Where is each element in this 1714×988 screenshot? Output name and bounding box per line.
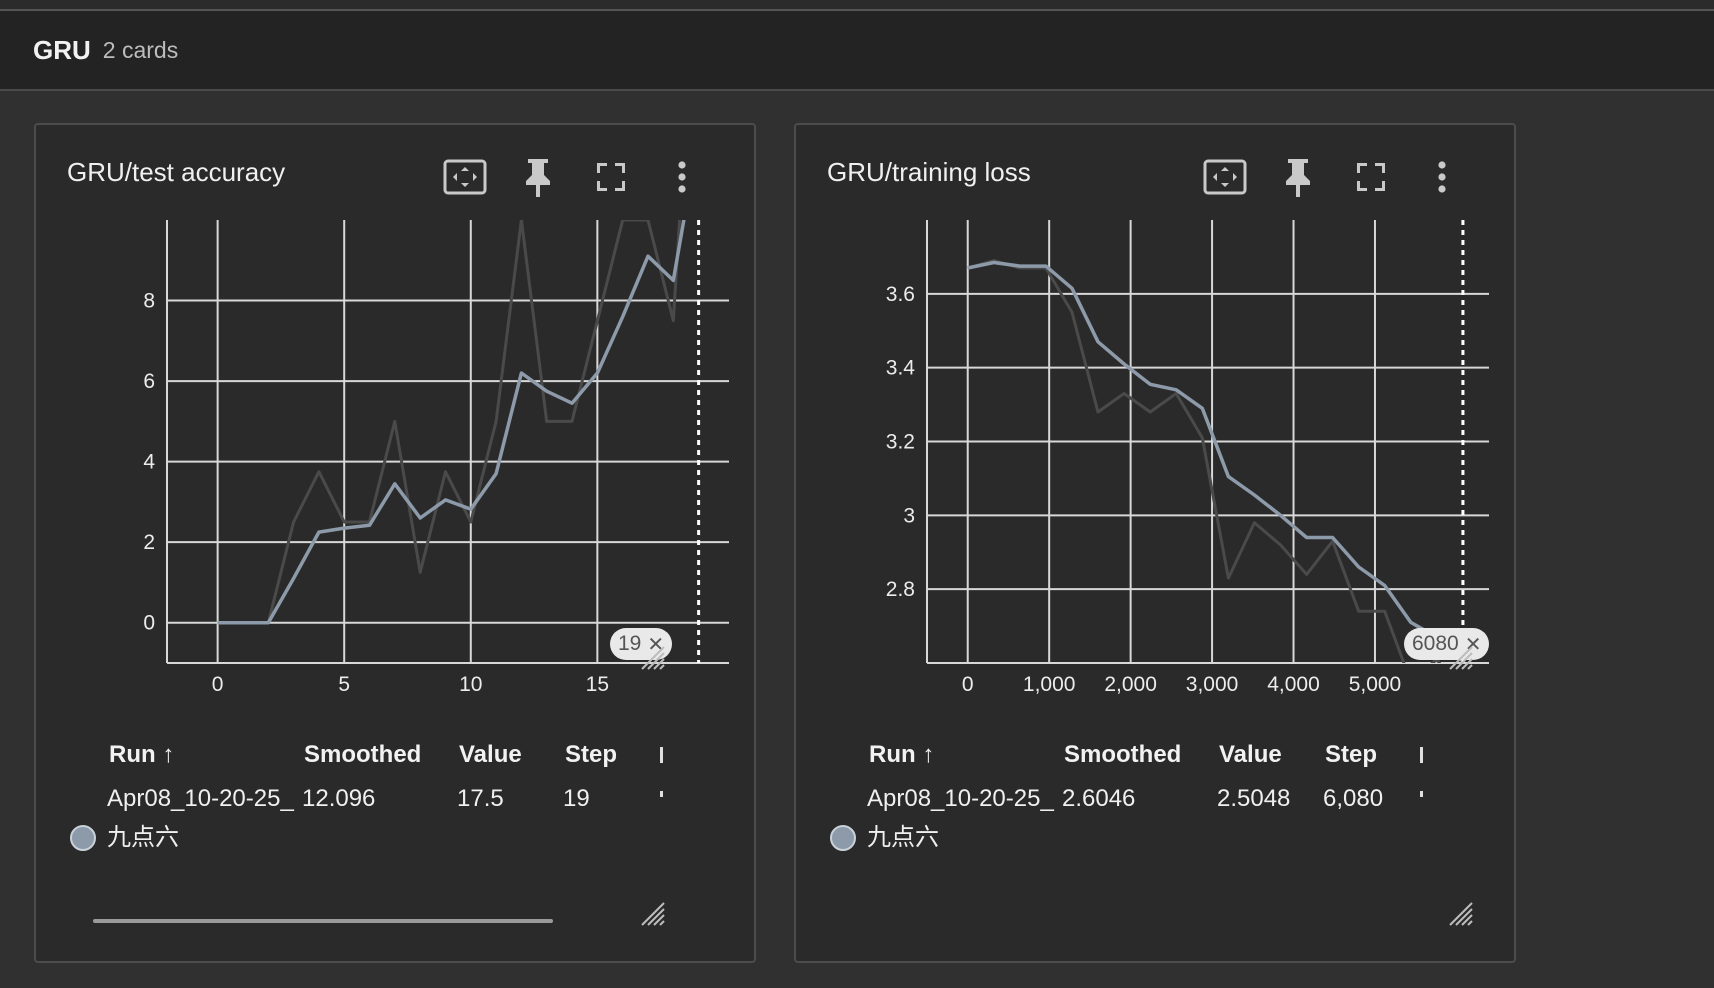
resize-handle-icon[interactable] xyxy=(1444,897,1474,927)
run-header-label: Run ↑ xyxy=(109,741,175,768)
column-header-smoothed[interactable]: Smoothed xyxy=(304,741,421,769)
run-color-dot[interactable] xyxy=(70,825,96,851)
column-header-run[interactable]: Run ↑ xyxy=(869,741,934,769)
truncated-cell xyxy=(1420,791,1423,797)
y-tick-label: 3 xyxy=(903,504,915,527)
resize-handle-icon[interactable] xyxy=(1444,641,1474,671)
top-divider xyxy=(0,0,1714,11)
column-header-step[interactable]: Step xyxy=(1325,741,1377,769)
x-tick-label: 4,000 xyxy=(1267,673,1320,696)
y-tick-label: 3.4 xyxy=(886,357,916,380)
x-tick-label: 1,000 xyxy=(1023,673,1076,696)
smoothed-series-line xyxy=(967,260,1465,663)
y-tick-label: 2.8 xyxy=(886,578,915,601)
x-tick-label: 0 xyxy=(962,673,974,696)
resize-handle-icon[interactable] xyxy=(636,897,666,927)
raw-series-line xyxy=(967,259,1442,663)
series-group xyxy=(967,259,1465,663)
raw-value: 17.5 xyxy=(457,785,504,812)
smoothed-series-line xyxy=(217,220,686,625)
run-header-label: Run ↑ xyxy=(869,741,935,768)
resize-handle-icon[interactable] xyxy=(636,641,666,671)
column-header-step[interactable]: Step xyxy=(565,741,617,769)
group-card-count: 2 cards xyxy=(102,36,179,63)
run-name-suffix: 九点六 xyxy=(867,824,939,851)
run-name: Apr08_10-20-25_ xyxy=(867,785,1054,812)
smoothed-value: 12.096 xyxy=(302,785,376,812)
smoothed-value: 2.6046 xyxy=(1062,785,1136,812)
x-tick-label: 5,000 xyxy=(1349,673,1402,696)
raw-value: 2.5048 xyxy=(1217,785,1291,812)
y-tick-label: 2 xyxy=(143,531,155,554)
truncated-cell xyxy=(660,791,663,797)
step-value: 6,080 xyxy=(1323,785,1384,812)
column-divider xyxy=(1420,747,1423,763)
y-tick-label: 0 xyxy=(143,612,155,635)
y-tick-label: 4 xyxy=(143,451,155,474)
run-name-suffix: 九点六 xyxy=(107,824,179,851)
y-tick-label: 6 xyxy=(143,370,155,393)
column-header-value[interactable]: Value xyxy=(1219,741,1282,769)
x-tick-label: 15 xyxy=(586,673,609,696)
y-tick-label: 3.6 xyxy=(886,283,915,306)
column-header-value[interactable]: Value xyxy=(459,741,522,769)
x-tick-label: 0 xyxy=(212,673,224,696)
series-group xyxy=(217,220,686,625)
y-tick-label: 8 xyxy=(143,290,155,313)
x-tick-label: 2,000 xyxy=(1104,673,1157,696)
run-color-dot[interactable] xyxy=(830,825,856,851)
x-tick-label: 10 xyxy=(459,673,482,696)
x-tick-label: 3,000 xyxy=(1186,673,1239,696)
column-divider xyxy=(660,747,663,763)
group-title: GRU xyxy=(33,34,91,65)
scalar-card-test-accuracy: GRU/test accuracy 0 5 10 15 0 2 4 6 8 19 ✕ Run ↑ … xyxy=(34,123,756,963)
card-group-header[interactable]: GRU 2 cards xyxy=(0,11,1714,91)
y-tick-label: 3.2 xyxy=(886,431,915,454)
raw-series-line xyxy=(217,220,682,625)
x-tick-label: 5 xyxy=(338,673,350,696)
column-header-run[interactable]: Run ↑ xyxy=(109,741,174,769)
step-value: 19 xyxy=(563,785,590,812)
run-name: Apr08_10-20-25_ xyxy=(107,785,294,812)
column-header-smoothed[interactable]: Smoothed xyxy=(1064,741,1181,769)
scalar-card-training-loss: GRU/training loss 0 1,000 2,000 3,000 4,000 5… xyxy=(794,123,1516,963)
horizontal-scrollbar[interactable] xyxy=(93,919,553,923)
